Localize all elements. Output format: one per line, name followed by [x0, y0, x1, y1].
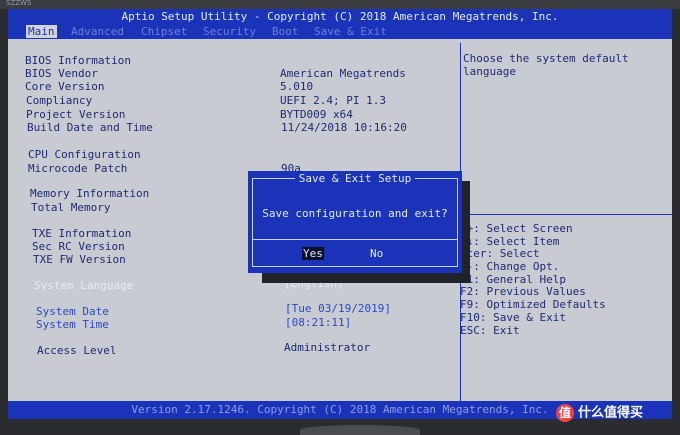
dialog-frame: Save & Exit Setup Save configuration and… — [252, 172, 458, 267]
project-version-label: Project Version — [26, 108, 126, 121]
save-exit-dialog: Save & Exit Setup Save configuration and… — [248, 171, 462, 273]
yes-button[interactable]: Yes — [302, 247, 324, 260]
key-optimized-defaults: F9: Optimized Defaults — [460, 298, 606, 312]
bios-screen: Aptio Setup Utility - Copyright (C) 2018… — [8, 9, 672, 419]
watermark-logo-icon: 值 — [556, 404, 574, 422]
bios-information-heading: BIOS Information — [25, 54, 131, 67]
txe-fw-version-label: TXE FW Version — [33, 253, 126, 266]
tab-security[interactable]: Security — [201, 25, 258, 38]
key-general-help: F1: General Help — [460, 272, 566, 286]
bios-vendor-label: BIOS Vendor — [25, 67, 98, 80]
system-time-value[interactable]: [08:21:11] — [285, 316, 351, 329]
watermark-text: 什么值得买 — [578, 405, 644, 421]
txe-information-heading: TXE Information — [32, 227, 132, 240]
compliancy-label: Compliancy — [26, 94, 93, 107]
access-level-label: Access Level — [37, 344, 117, 357]
dialog-separator — [253, 239, 457, 240]
watermark: 值什么值得买 — [556, 404, 643, 422]
title-bar: Aptio Setup Utility - Copyright (C) 2018… — [8, 9, 672, 24]
system-date-label[interactable]: System Date — [36, 305, 109, 318]
key-select-item: ↓↓: Select Item — [460, 234, 560, 248]
system-language-label[interactable]: System Language — [34, 279, 133, 292]
key-previous-values: F2: Previous Values — [460, 285, 586, 299]
core-version-value: 5.010 — [280, 80, 314, 93]
memory-information-heading: Memory Information — [30, 187, 150, 200]
total-memory-label: Total Memory — [31, 201, 111, 214]
access-level-value: Administrator — [284, 341, 371, 354]
system-time-label[interactable]: System Time — [36, 318, 109, 331]
tab-chipset[interactable]: Chipset — [139, 25, 189, 38]
key-enter-select: nter: Select — [460, 247, 540, 261]
tab-main[interactable]: Main — [26, 25, 57, 38]
panel-divider-horizontal — [460, 214, 672, 215]
tab-save-exit[interactable]: Save & Exit — [312, 25, 389, 38]
monitor-stand — [300, 425, 420, 435]
project-version-value: BYTD009 x64 — [280, 108, 353, 121]
build-date-value: 11/24/2018 10:16:20 — [281, 121, 407, 134]
key-select-screen: ++: Select Screen — [460, 222, 573, 235]
system-date-value[interactable]: [Tue 03/19/2019] — [285, 302, 391, 315]
key-change-opt: /-: Change Opt. — [460, 260, 560, 274]
compliancy-value: UEFI 2.4; PI 1.3 — [280, 94, 386, 107]
key-save-exit: F10: Save & Exit — [460, 310, 566, 324]
tab-advanced[interactable]: Advanced — [69, 25, 126, 38]
no-button[interactable]: No — [369, 247, 384, 260]
tab-boot[interactable]: Boot — [270, 25, 301, 38]
key-exit: ESC: Exit — [460, 323, 520, 337]
monitor-bezel: SZZWS — [0, 0, 680, 9]
microcode-patch-label: Microcode Patch — [28, 162, 128, 175]
sec-rc-version-label: Sec RC Version — [32, 240, 125, 253]
dialog-title: Save & Exit Setup — [253, 172, 457, 185]
tab-bar: Main Advanced Chipset Security Boot Save… — [8, 24, 672, 39]
dialog-title-text: Save & Exit Setup — [294, 172, 416, 185]
help-text: Choose the system default language — [463, 52, 629, 78]
core-version-label: Core Version — [25, 80, 105, 93]
bios-vendor-value: American Megatrends — [280, 67, 406, 80]
build-date-label: Build Date and Time — [27, 121, 153, 134]
cpu-configuration-item[interactable]: CPU Configuration — [28, 148, 141, 161]
key-legend: ++: Select Screen ↓↓: Select Item nter: … — [460, 222, 606, 336]
dialog-message: Save configuration and exit? — [262, 207, 448, 220]
